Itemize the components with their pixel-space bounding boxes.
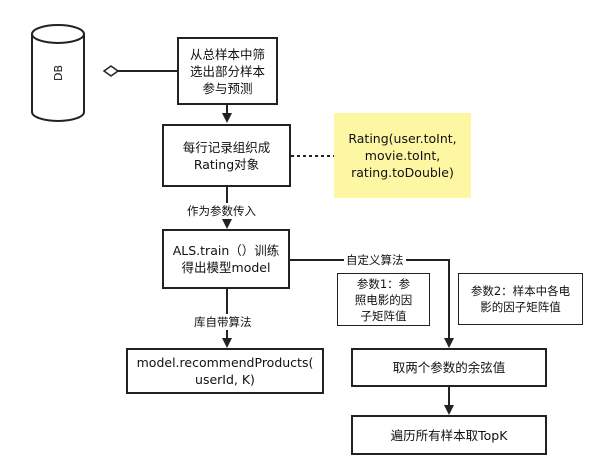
rating-note[interactable]: Rating(user.toInt, movie.toInt, rating.t… [334,113,471,198]
param1-node[interactable]: 参数1：参 照电影的因 子矩阵值 [337,273,430,326]
cosine-node[interactable]: 取两个参数的余弦值 [351,348,547,387]
param2-node[interactable]: 参数2：样本中各电 影的因子矩阵值 [458,273,583,325]
label-custom-algo: 自定义算法 [344,252,406,268]
db-label: DB [52,64,65,82]
label-builtin-algo: 库自带算法 [192,314,254,330]
diamond-marker [102,65,120,77]
label-pass-as-params: 作为参数传入 [185,203,258,219]
diagram-connectors [31,24,471,415]
recommend-products-node[interactable]: model.recommendProducts( userId, K) [126,348,324,394]
topk-node[interactable]: 遍历所有样本取TopK [351,415,547,455]
filter-samples-node[interactable]: 从总样本中筛 选出部分样本 参与预测 [177,37,278,105]
rating-object-node[interactable]: 每行记录组织成 Rating对象 [162,124,291,187]
als-train-node[interactable]: ALS.train（）训练 得出模型model [162,229,290,289]
